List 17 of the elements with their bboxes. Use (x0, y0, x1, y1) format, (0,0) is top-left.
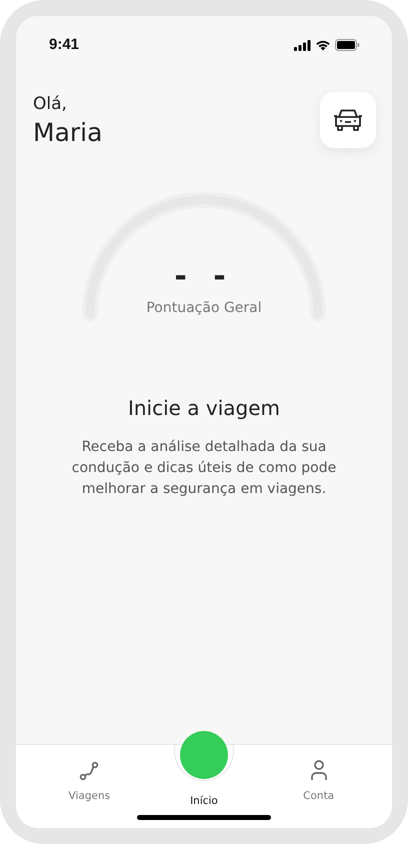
nav-tab[interactable]: Início (158, 731, 249, 810)
route-icon (79, 761, 100, 781)
user-name: Maria (33, 118, 102, 148)
score-value: - - (174, 262, 234, 292)
signal-icon (294, 40, 311, 50)
status-time: 9:41 (49, 34, 80, 55)
wifi-icon (315, 39, 331, 51)
car-button[interactable] (320, 92, 376, 148)
nav-tab[interactable]: Viagens (44, 751, 134, 805)
battery-icon (335, 39, 360, 51)
nav-tab[interactable]: Conta (274, 751, 364, 805)
score-label: Pontuação Geral (146, 299, 262, 318)
empty-state-title: Inicie a viagem (128, 395, 280, 422)
car-icon (333, 107, 363, 133)
greeting-text: Olá, (33, 93, 68, 116)
person-icon (308, 759, 329, 781)
empty-state-description: Receba a análise detalhada da sua condução e dicas úteis de como pode melhorar a segurança em viagens. (70, 438, 338, 499)
